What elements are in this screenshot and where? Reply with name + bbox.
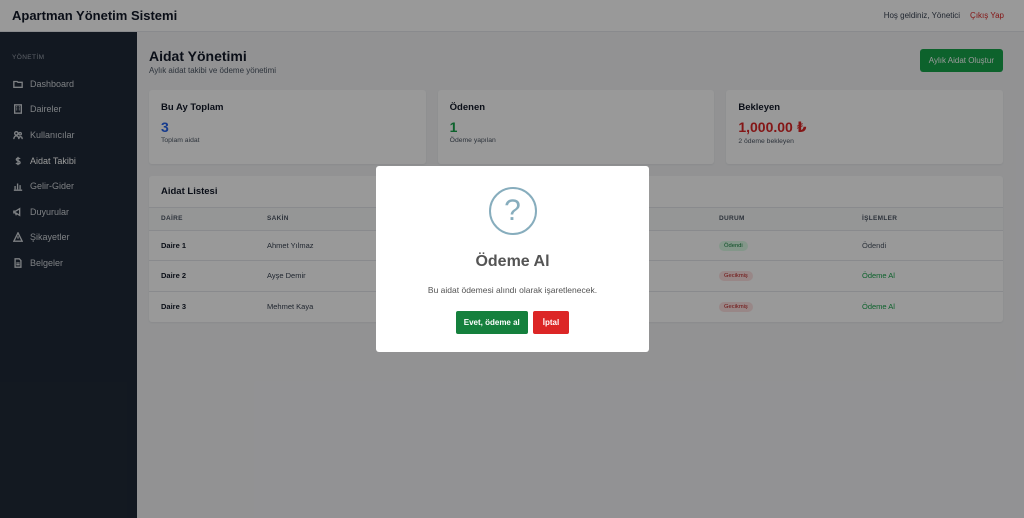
confirm-payment-button[interactable]: Evet, ödeme al: [455, 311, 528, 334]
dialog-actions: Evet, ödeme al İptal: [455, 311, 570, 334]
confirm-payment-dialog: ? Ödeme Al Bu aidat ödemesi alındı olara…: [376, 166, 649, 352]
cancel-button[interactable]: İptal: [532, 311, 570, 334]
dialog-title: Ödeme Al: [475, 253, 550, 270]
question-icon: ?: [488, 187, 537, 235]
dialog-message: Bu aidat ödemesi alındı olarak işaretlen…: [427, 285, 598, 295]
